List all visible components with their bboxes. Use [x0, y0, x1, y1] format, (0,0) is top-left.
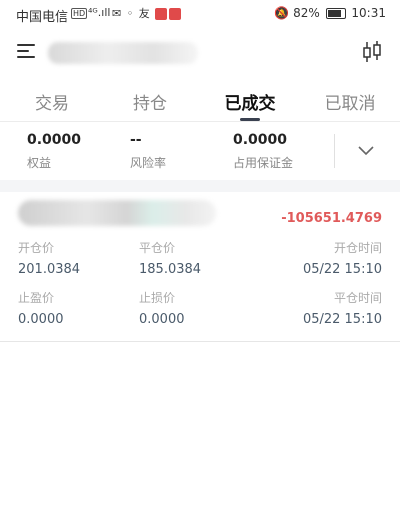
tab-positions[interactable]: 持仓: [110, 89, 190, 114]
tab-bar: 交易 持仓 已成交 已取消: [0, 80, 400, 122]
clock: 10:31: [351, 6, 386, 20]
account-summary: 0.0000 权益 -- 风险率 0.0000 占用保证金: [0, 122, 400, 180]
close-time-value: 05/22 15:10: [302, 312, 382, 327]
tab-cancelled[interactable]: 已取消: [310, 89, 390, 114]
mute-icon: 🔕: [274, 6, 290, 20]
candlestick-chart-icon[interactable]: [362, 40, 382, 64]
close-price-cell: 平仓价 185.0384: [139, 239, 201, 277]
chevron-down-icon[interactable]: [356, 140, 376, 160]
open-time-value: 05/22 15:10: [302, 262, 382, 277]
account-name-redacted: [48, 42, 198, 64]
close-time-cell: 平仓时间 05/22 15:10: [303, 289, 382, 327]
equity-label: 权益: [27, 156, 52, 170]
close-price-label: 平仓价: [139, 241, 176, 255]
equity-block: 0.0000 权益: [27, 132, 81, 171]
notification-icons: ✉ ◦ 友: [112, 5, 183, 21]
take-profit-value: 0.0000: [18, 312, 64, 327]
section-gap: [0, 180, 400, 192]
menu-icon[interactable]: [17, 42, 37, 60]
stop-loss-cell: 止损价 0.0000: [139, 289, 185, 327]
stop-loss-label: 止损价: [139, 291, 176, 305]
risk-label: 风险率: [130, 156, 167, 170]
hd-badge: HD: [71, 8, 88, 19]
signal-icon: ⁴ᴳ.ıll: [88, 6, 111, 19]
top-bar: [0, 28, 400, 80]
open-time-cell: 开仓时间 05/22 15:10: [303, 239, 382, 277]
risk-block: -- 风险率: [130, 132, 166, 171]
app-red-icon: [155, 8, 168, 20]
trade-record-card[interactable]: -105651.4769 开仓价 201.0384 平仓价 185.0384 开…: [0, 192, 400, 342]
open-price-label: 开仓价: [18, 241, 55, 255]
open-time-label: 开仓时间: [333, 241, 382, 255]
instrument-name-redacted: [18, 200, 216, 226]
status-right: 🔕 82% 10:31: [274, 6, 386, 20]
margin-block: 0.0000 占用保证金: [233, 132, 293, 171]
carrier-label: 中国电信: [16, 10, 69, 25]
margin-value: 0.0000: [233, 132, 288, 148]
pnl-value: -105651.4769: [281, 211, 382, 226]
stop-loss-value: 0.0000: [139, 312, 185, 327]
open-price-cell: 开仓价 201.0384: [18, 239, 80, 277]
battery-icon: [325, 8, 346, 19]
margin-label: 占用保证金: [233, 156, 294, 170]
status-bar: 中国电信 HD ⁴ᴳ.ıll ✉ ◦ 友 🔕 82% 10:31: [0, 0, 400, 28]
tab-trade[interactable]: 交易: [12, 89, 92, 114]
open-price-value: 201.0384: [18, 262, 81, 277]
equity-value: 0.0000: [27, 132, 82, 148]
take-profit-cell: 止盈价 0.0000: [18, 289, 64, 327]
close-price-value: 185.0384: [139, 262, 202, 277]
app-red-icon: [169, 8, 182, 20]
battery-percent: 82%: [293, 6, 320, 20]
take-profit-label: 止盈价: [18, 291, 55, 305]
close-time-label: 平仓时间: [333, 291, 382, 305]
divider: [334, 134, 335, 168]
risk-value: --: [130, 132, 142, 148]
divider: [0, 341, 400, 342]
notification-app-icons: ✉ ◦ 友: [112, 7, 151, 20]
tab-filled[interactable]: 已成交: [210, 89, 290, 114]
